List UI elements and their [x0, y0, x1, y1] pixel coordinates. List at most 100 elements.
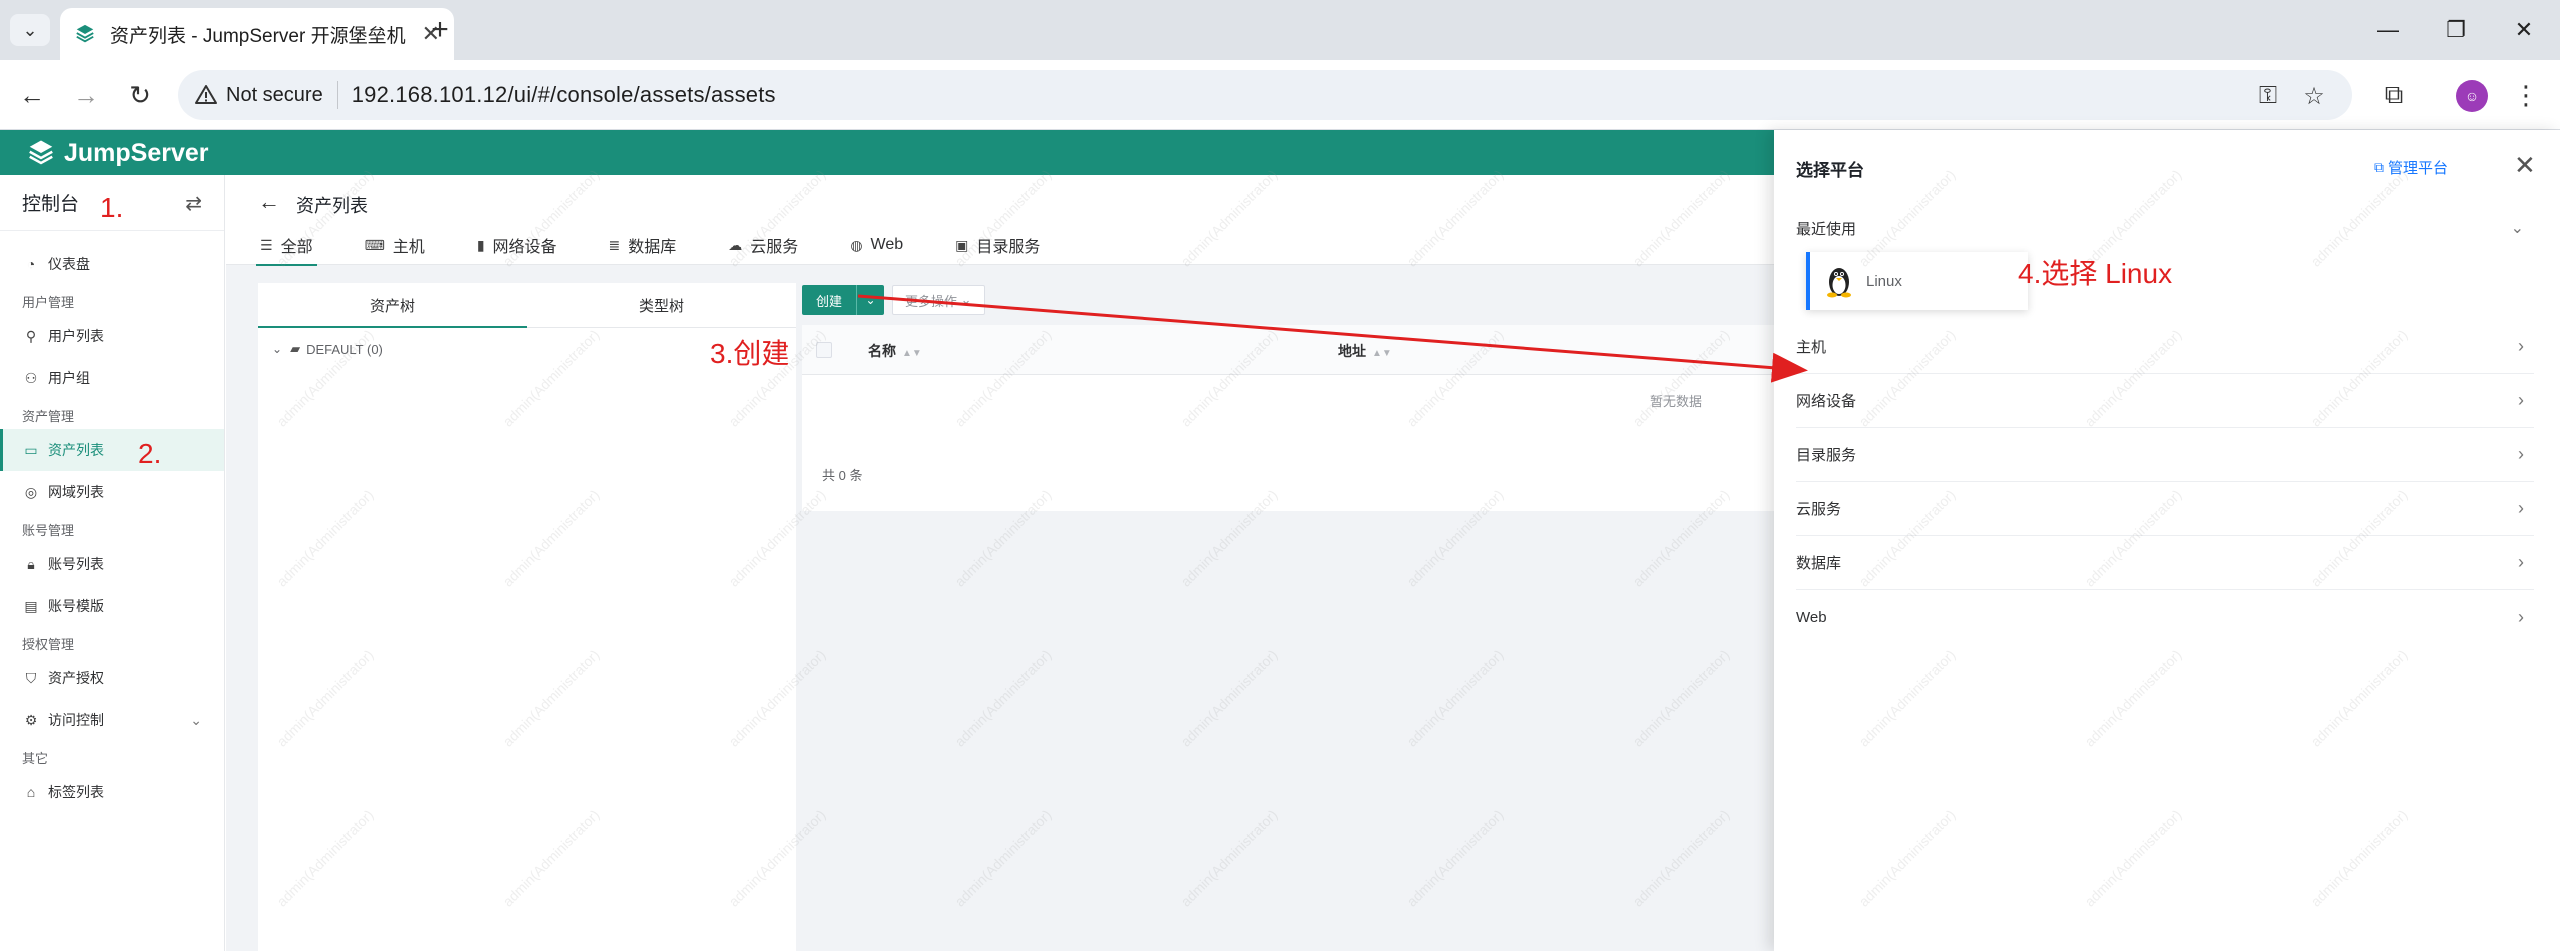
more-actions-button[interactable]: 更多操作 ⌄	[892, 285, 985, 315]
sidebar-item-label-list[interactable]: ⌂ 标签列表	[0, 771, 224, 813]
password-key-icon[interactable]: ⚿	[2254, 82, 2282, 110]
bookmark-star-icon[interactable]: ☆	[2300, 82, 2328, 110]
minimize-button[interactable]: —	[2368, 12, 2408, 48]
category-label: 数据库	[1796, 555, 1842, 572]
tab-label: Web	[870, 236, 904, 253]
sidebar-group-account: 账号管理	[22, 523, 75, 538]
table-toolbar: 创建 ⌄ 更多操作 ⌄	[802, 283, 985, 317]
sidebar-item-domain-list[interactable]: ◎ 网域列表	[0, 471, 224, 513]
category-label: 云服务	[1796, 501, 1842, 518]
back-button[interactable]: ←	[14, 77, 50, 113]
sidebar-item-label: 网域列表	[48, 484, 104, 500]
platform-card-linux[interactable]: Linux	[1806, 252, 2028, 310]
chevron-right-icon: ›	[2518, 390, 2524, 410]
tab-host[interactable]: ⌨ 主机	[365, 225, 425, 265]
list-icon: ☰	[260, 236, 273, 253]
column-label: 地址	[1338, 343, 1366, 359]
restore-button[interactable]: ❐	[2436, 12, 2476, 48]
sort-icon[interactable]: ▲▼	[902, 348, 922, 359]
tab-asset-tree[interactable]: 资产树	[258, 283, 527, 328]
total-count: 共 0 条	[822, 468, 863, 483]
chevron-right-icon: ›	[2518, 336, 2524, 356]
settings-icon: ⚙	[24, 711, 38, 728]
external-link-icon: ⧉	[2374, 159, 2384, 175]
sidebar-group-asset: 资产管理	[22, 409, 75, 424]
sidebar-item-label: 资产授权	[48, 670, 104, 686]
chevron-down-icon[interactable]: ⌄	[272, 342, 282, 356]
profile-avatar[interactable]: ☺	[2456, 80, 2488, 112]
user-icon: ⚲	[25, 327, 37, 344]
category-web[interactable]: Web ›	[1796, 590, 2534, 644]
category-directory[interactable]: 目录服务 ›	[1796, 428, 2534, 482]
tab-type-tree[interactable]: 类型树	[527, 283, 796, 327]
not-secure-label[interactable]: Not secure	[226, 84, 323, 107]
view-switch-icon[interactable]: ⇄	[185, 191, 202, 216]
sidebar-item-label: 资产列表	[48, 442, 104, 458]
database-icon: ≣	[608, 236, 621, 253]
sidebar-item-label: 用户组	[48, 370, 90, 386]
chevron-right-icon: ›	[2518, 606, 2524, 627]
sidebar-item-account-list[interactable]: 🔒︎ 账号列表	[0, 543, 224, 585]
tab-database[interactable]: ≣ 数据库	[609, 225, 677, 265]
monitor-icon: ▭	[24, 441, 38, 458]
tab-label: 主机	[392, 239, 425, 256]
sidebar-item-user-list[interactable]: ⚲ 用户列表	[0, 315, 224, 357]
column-label: 名称	[868, 343, 896, 359]
sidebar-item-account-template[interactable]: ▤ 账号模版	[0, 585, 224, 627]
template-icon: ▤	[24, 597, 38, 614]
sidebar-item-label: 访问控制	[48, 712, 104, 728]
category-label: 目录服务	[1796, 447, 1857, 464]
recent-label: 最近使用	[1796, 220, 1857, 238]
laptop-icon: ⌨	[364, 236, 385, 253]
manage-platform-link[interactable]: ⧉ 管理平台	[2374, 157, 2448, 178]
browser-tab[interactable]: 资产列表 - JumpServer 开源堡垒机 ✕	[60, 8, 454, 60]
jumpserver-logo[interactable]: JumpServer	[26, 138, 209, 168]
browser-tab-bar: ⌄ 资产列表 - JumpServer 开源堡垒机 ✕ + — ❐ ✕	[0, 0, 2560, 60]
user-group-icon: ⚇	[24, 369, 38, 386]
sidebar-item-label: 账号模版	[48, 598, 104, 614]
url-text[interactable]: 192.168.101.12/ui/#/console/assets/asset…	[352, 82, 776, 108]
sidebar-item-label: 用户列表	[48, 328, 104, 344]
reload-button[interactable]: ↻	[122, 77, 158, 113]
extensions-icon[interactable]: ⧉	[2376, 77, 2412, 113]
forward-button[interactable]: →	[68, 77, 104, 113]
new-tab-button[interactable]: +	[422, 12, 458, 48]
sidebar-item-asset-perm[interactable]: ⛉ 资产授权	[0, 657, 224, 699]
chevron-down-icon: ⌄	[2510, 220, 2524, 237]
sidebar-item-access-control[interactable]: ⚙ 访问控制 ⌄	[0, 699, 224, 741]
close-window-button[interactable]: ✕	[2504, 12, 2544, 48]
chevron-right-icon: ›	[2518, 444, 2524, 464]
create-dropdown-icon[interactable]: ⌄	[856, 285, 885, 315]
column-address-header[interactable]: 地址 ▲▼	[1338, 341, 1392, 361]
close-icon[interactable]: ✕	[2514, 150, 2536, 181]
tree-tabs: 资产树 类型树	[258, 283, 796, 328]
sidebar-group-user: 用户管理	[22, 295, 75, 310]
annotation-step-1: 1.	[100, 192, 124, 223]
sidebar-item-user-group[interactable]: ⚇ 用户组	[0, 357, 224, 399]
jumpserver-logo-icon	[29, 140, 53, 165]
sort-icon[interactable]: ▲▼	[1372, 348, 1392, 359]
table-header: 名称 ▲▼ 地址 ▲▼	[802, 325, 1802, 375]
globe-icon: ◍	[850, 236, 863, 253]
browser-menu-icon[interactable]: ⋮	[2508, 77, 2544, 113]
column-name-header[interactable]: 名称 ▲▼	[868, 341, 922, 361]
back-arrow-icon[interactable]: ←	[258, 189, 280, 215]
category-label: 网络设备	[1796, 393, 1857, 410]
address-bar[interactable]: Not secure 192.168.101.12/ui/#/console/a…	[178, 70, 2352, 120]
dashboard-icon: ◔	[26, 256, 36, 272]
platform-name: Linux	[1866, 272, 1902, 290]
sidebar-item-label: 仪表盘	[48, 256, 90, 272]
sidebar-item-label: 账号列表	[48, 556, 104, 572]
tab-search-button[interactable]: ⌄	[10, 14, 50, 46]
sidebar-item-label: 标签列表	[48, 784, 104, 800]
sidebar: 控制台 ⇄ ◔ 仪表盘 用户管理 ⚲ 用户列表 ⚇ 用户组 资产管理 ▭ 资产列表 ◎ 网…	[0, 175, 225, 951]
tab-title: 资产列表 - JumpServer 开源堡垒机	[110, 25, 406, 47]
tab-web[interactable]: ◍ Web	[850, 225, 903, 265]
chevron-right-icon: ›	[2518, 552, 2524, 572]
device-icon: ▮	[476, 236, 485, 253]
warning-icon	[195, 85, 217, 104]
create-button[interactable]: 创建	[802, 285, 857, 315]
sidebar-item-asset-list[interactable]: ▭ 资产列表	[0, 429, 224, 471]
more-actions-label: 更多操作	[905, 293, 958, 309]
sidebar-item-dashboard[interactable]: ◔ 仪表盘	[0, 243, 224, 285]
